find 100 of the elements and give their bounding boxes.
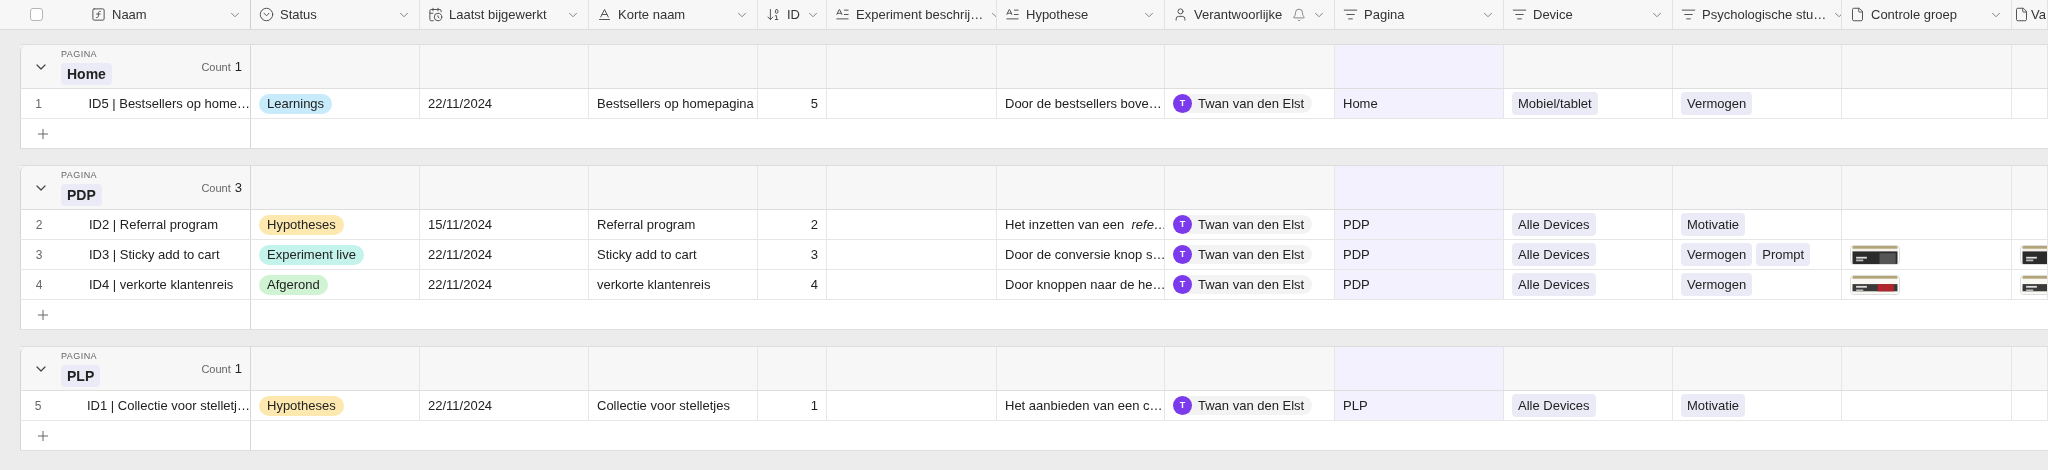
psychology-tag: Motivatie [1681, 212, 1746, 237]
person-icon [1173, 7, 1188, 22]
psychology-tag: Vermogen [1681, 242, 1753, 267]
column-header[interactable]: Psychologische stu… [1702, 4, 1827, 25]
avatar: T [1173, 396, 1192, 415]
date-text: 22/11/2024 [428, 245, 493, 264]
column-header[interactable]: Va [2031, 4, 2046, 25]
person-chip: T Twan van den Elst [1173, 274, 1313, 295]
status-tag: Hypotheses [259, 214, 344, 235]
page-cell: Home [1335, 89, 1504, 118]
status-tag: Learnings [259, 93, 333, 114]
long-text-icon [1005, 7, 1020, 22]
count-label: Count [201, 361, 231, 377]
row-number: 5 [33, 397, 43, 415]
select-all-checkbox[interactable] [30, 8, 43, 21]
short-name-text: Sticky add to cart [597, 245, 697, 264]
row-number: 2 [34, 216, 44, 234]
short-name-text: Referral program [597, 215, 696, 234]
table-row[interactable]: 2 ID2 | Referral program Hypotheses 15/11/2024 Referral program 2 Het inzetten van een refe… T Twan van den Elst PDP Alle Devices Motivatie [20, 210, 2048, 240]
psychology-tag: Motivatie [1681, 393, 1746, 418]
group-field-label: PAGINA [61, 349, 99, 363]
date-text: 15/11/2024 [428, 215, 493, 234]
row-number: 1 [34, 95, 44, 113]
psychology-tag: Vermogen [1681, 91, 1753, 116]
column-header[interactable]: Pagina [1364, 4, 1405, 25]
column-header[interactable]: Korte naam [618, 4, 686, 25]
column-header[interactable]: Status [280, 4, 317, 25]
group-value: PDP [61, 184, 102, 207]
number-icon [766, 7, 781, 22]
bell-icon[interactable] [1292, 7, 1306, 22]
long-text-icon [835, 7, 850, 22]
calendar-icon [428, 7, 443, 22]
table-row[interactable]: 3 ID3 | Sticky add to cart Experiment live 22/11/2024 Sticky add to cart 3 Door de conversie knop s… T Twan van den Elst PDP Alle Devices Vermogen Prompt [20, 240, 2048, 270]
group-field-label: PAGINA [61, 47, 99, 61]
psychology-tag: Vermogen [1681, 272, 1753, 297]
date-text: 22/11/2024 [428, 94, 493, 113]
file-icon [1850, 7, 1865, 22]
id-number: 4 [810, 275, 818, 294]
add-row[interactable] [20, 300, 2048, 330]
device-tag: Mobiel/tablet [1512, 91, 1598, 116]
row-number: 3 [34, 246, 44, 264]
device-tag: Alle Devices [1512, 242, 1596, 267]
short-name-text: Bestsellers op homepagina [597, 94, 754, 113]
avatar: T [1173, 245, 1192, 264]
short-name-text: verkorte klantenreis [597, 275, 711, 294]
column-header[interactable]: ID [787, 4, 800, 25]
avatar: T [1173, 94, 1192, 113]
name-text: ID3 | Sticky add to cart [89, 245, 220, 264]
group-value: PLP [61, 365, 101, 388]
table-row[interactable]: 4 ID4 | verkorte klantenreis Afgerond 22/11/2024 verkorte klantenreis 4 Door knoppen naar de he… T Twan van den Elst PDP Alle Devices Vermogen [20, 270, 2048, 300]
count-value: 1 [234, 57, 242, 76]
date-text: 22/11/2024 [428, 275, 493, 294]
status-tag: Afgerond [259, 274, 328, 295]
table-row[interactable]: 1 ID5 | Bestsellers op home… Learnings 22/11/2024 Bestsellers op homepagina 5 Door de bestsellers bove… T Twan van den Elst Home Mobiel/tablet Vermogen [20, 89, 2048, 119]
add-row[interactable] [20, 119, 2048, 149]
short-name-text: Collectie voor stelletjes [597, 396, 730, 415]
status-tag: Experiment live [259, 244, 364, 265]
device-tag: Alle Devices [1512, 272, 1596, 297]
id-number: 5 [810, 94, 818, 113]
column-header[interactable]: Verantwoorlijke [1194, 4, 1283, 25]
function-icon [91, 7, 106, 22]
hypothesis-text: Het inzetten van een refe… [1005, 215, 1164, 234]
avatar: T [1173, 275, 1192, 294]
count-value: 1 [234, 359, 242, 378]
table-row[interactable]: 5 ID1 | Collectie voor stelletj… Hypotheses 22/11/2024 Collectie voor stelletjes 1 Het aanbieden van een c… T Twan van den Elst PLP Alle Devices Motivatie [20, 391, 2048, 421]
column-header[interactable]: Laatst bijgewerkt [449, 4, 547, 25]
list-icon [1681, 7, 1696, 22]
hypothesis-text: Door de bestsellers bove… [1005, 94, 1162, 113]
name-text: ID4 | verkorte klantenreis [89, 275, 234, 294]
person-chip: T Twan van den Elst [1173, 244, 1313, 265]
person-chip: T Twan van den Elst [1173, 214, 1313, 235]
list-icon [1512, 7, 1527, 22]
name-text: ID5 | Bestsellers op home… [88, 94, 250, 113]
text-icon [597, 7, 612, 22]
avatar: T [1173, 215, 1192, 234]
person-chip: T Twan van den Elst [1173, 395, 1313, 416]
row-number: 4 [34, 276, 44, 294]
id-number: 1 [810, 396, 818, 415]
group-field-label: PAGINA [61, 168, 99, 182]
group-value: Home [61, 63, 112, 86]
column-header[interactable]: Experiment beschrij… [856, 4, 984, 25]
add-row[interactable] [20, 421, 2048, 451]
device-tag: Alle Devices [1512, 212, 1596, 237]
hypothesis-text: Door de conversie knop s… [1005, 245, 1164, 264]
name-text: ID2 | Referral program [89, 215, 219, 234]
hypothesis-text: Het aanbieden van een c… [1005, 396, 1163, 415]
count-label: Count [201, 180, 231, 196]
column-header[interactable]: Controle groep [1871, 4, 1957, 25]
date-text: 22/11/2024 [428, 396, 493, 415]
id-number: 2 [810, 215, 818, 234]
page-cell: PDP [1335, 270, 1504, 299]
page-cell: PDP [1335, 210, 1504, 239]
person-chip: T Twan van den Elst [1173, 93, 1313, 114]
column-header[interactable]: Device [1533, 4, 1573, 25]
status-icon [259, 7, 274, 22]
id-number: 3 [810, 245, 818, 264]
column-header[interactable]: Naam [112, 4, 147, 25]
page-cell: PLP [1335, 391, 1504, 420]
count-label: Count [201, 59, 231, 75]
column-header[interactable]: Hypothese [1026, 4, 1089, 25]
